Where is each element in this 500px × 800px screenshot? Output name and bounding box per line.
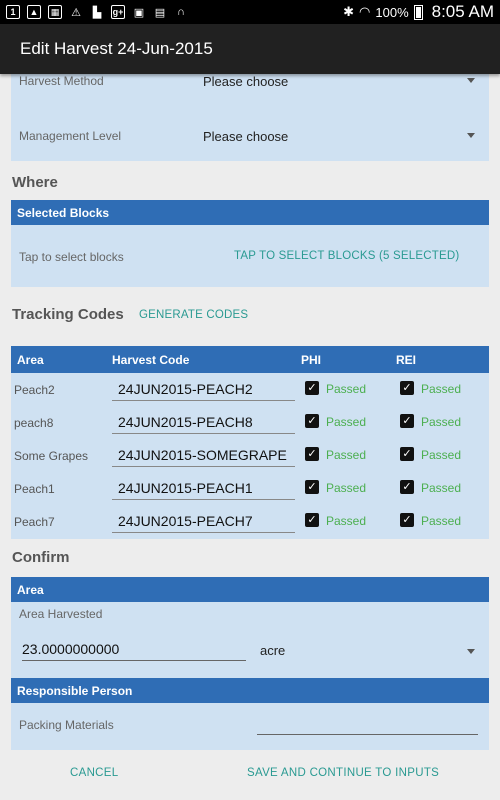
tracking-table-header: Area Harvest Code PHI REI (11, 346, 489, 373)
unit-select[interactable]: acre (260, 643, 285, 658)
management-level-label: Management Level (19, 129, 122, 143)
phi-checkbox[interactable]: ✓ (305, 447, 319, 461)
rei-checkbox[interactable]: ✓ (400, 414, 414, 428)
column-rei: REI (396, 353, 417, 367)
phi-status: Passed (326, 415, 367, 429)
harvest-code-input[interactable]: 24JUN2015-PEACH2 (112, 377, 295, 401)
harvest-code-input[interactable]: 24JUN2015-PEACH1 (112, 476, 295, 500)
phi-checkbox[interactable]: ✓ (305, 381, 319, 395)
row-area: Some Grapes (14, 449, 89, 463)
rei-checkbox[interactable]: ✓ (400, 447, 414, 461)
photo-icon: ▣ (133, 6, 145, 19)
column-phi: PHI (301, 353, 322, 367)
headphones-icon: ∩ (177, 6, 185, 18)
selected-blocks-header: Selected Blocks (11, 200, 489, 225)
clock: 8:05 AM (431, 2, 494, 21)
battery-icon (413, 4, 423, 20)
warning-icon: ⚠ (71, 6, 81, 19)
harvest-code-input[interactable]: 24JUN2015-PEACH8 (112, 410, 295, 434)
row-area: Peach7 (14, 515, 55, 529)
table-row: Some Grapes 24JUN2015-SOMEGRAPE ✓ Passed… (11, 439, 489, 472)
column-harvest-code: Harvest Code (112, 353, 190, 367)
row-area: Peach2 (14, 383, 55, 397)
management-level-select[interactable]: Please choose (203, 129, 288, 144)
area-harvested-input[interactable]: 23.0000000000 (22, 639, 246, 661)
rei-checkbox[interactable]: ✓ (400, 513, 414, 527)
tracking-table-body: Peach2 24JUN2015-PEACH2 ✓ Passed ✓ Passe… (11, 373, 489, 539)
tap-select-label: Tap to select blocks (19, 250, 124, 264)
harvest-details-panel: Harvest Method Please choose Management … (11, 74, 489, 161)
column-area: Area (17, 353, 44, 367)
rei-status: Passed (421, 481, 462, 495)
calendar-icon: ▦ (48, 5, 62, 19)
harvest-method-label: Harvest Method (19, 74, 104, 88)
area-harvested-label: Area Harvested (19, 607, 103, 621)
table-row: Peach1 24JUN2015-PEACH1 ✓ Passed ✓ Passe… (11, 472, 489, 505)
bluetooth-icon: ✱ (343, 4, 355, 19)
form-content[interactable]: Harvest Method Please choose Management … (0, 74, 500, 764)
harvest-code-input[interactable]: 24JUN2015-PEACH7 (112, 509, 295, 533)
phi-status: Passed (326, 481, 367, 495)
area-header: Area (11, 577, 489, 602)
phi-status: Passed (326, 382, 367, 396)
phi-checkbox[interactable]: ✓ (305, 513, 319, 527)
tracking-codes-heading: Tracking Codes (12, 306, 124, 323)
save-continue-button[interactable]: SAVE AND CONTINUE TO INPUTS (247, 767, 439, 779)
chevron-down-icon[interactable] (467, 133, 475, 138)
row-area: peach8 (14, 416, 54, 430)
harvest-method-select[interactable]: Please choose (203, 74, 288, 89)
phi-checkbox[interactable]: ✓ (305, 414, 319, 428)
packing-materials-label: Packing Materials (19, 718, 114, 732)
phi-status: Passed (326, 514, 367, 528)
confirm-heading: Confirm (12, 549, 70, 566)
rei-status: Passed (421, 448, 462, 462)
status-bar: 1 ▲ ▦ ⚠ ▙ g+ ▣ ▤ ∩ ✱ ◠ 100% 8:05 AM (0, 0, 500, 24)
flipboard-icon: ▙ (92, 6, 102, 19)
chevron-down-icon[interactable] (467, 649, 475, 654)
where-heading: Where (12, 174, 58, 191)
rei-checkbox[interactable]: ✓ (400, 480, 414, 494)
page-title: Edit Harvest 24-Jun-2015 (20, 39, 213, 58)
rei-checkbox[interactable]: ✓ (400, 381, 414, 395)
table-row: peach8 24JUN2015-PEACH8 ✓ Passed ✓ Passe… (11, 406, 489, 439)
wifi-icon: ◠ (359, 4, 371, 19)
google-plus-icon: g+ (111, 5, 125, 19)
responsible-person-header: Responsible Person (11, 678, 489, 703)
cancel-button[interactable]: CANCEL (70, 767, 118, 779)
briefcase-icon: ▤ (154, 6, 166, 19)
rei-status: Passed (421, 415, 462, 429)
rei-status: Passed (421, 382, 462, 396)
action-bar: Edit Harvest 24-Jun-2015 (0, 24, 500, 74)
chevron-down-icon[interactable] (467, 78, 475, 83)
phi-status: Passed (326, 448, 367, 462)
image-icon: ▲ (27, 5, 41, 19)
generate-codes-button[interactable]: GENERATE CODES (139, 309, 248, 321)
battery-percent: 100% (375, 4, 409, 20)
table-row: Peach2 24JUN2015-PEACH2 ✓ Passed ✓ Passe… (11, 373, 489, 406)
phi-checkbox[interactable]: ✓ (305, 480, 319, 494)
harvest-code-input[interactable]: 24JUN2015-SOMEGRAPE (112, 443, 295, 467)
confirm-panel: Area Area Harvested 23.0000000000 acre R… (11, 577, 489, 750)
row-area: Peach1 (14, 482, 55, 496)
table-row: Peach7 24JUN2015-PEACH7 ✓ Passed ✓ Passe… (11, 505, 489, 538)
packing-materials-input[interactable] (257, 715, 478, 735)
harvest-method-row[interactable]: Harvest Method Please choose (19, 74, 475, 89)
management-level-row[interactable]: Management Level Please choose (19, 128, 475, 144)
select-blocks-button[interactable]: TAP TO SELECT BLOCKS (5 SELECTED) (234, 250, 459, 262)
rei-status: Passed (421, 514, 462, 528)
selected-blocks-panel: Selected Blocks Tap to select blocks TAP… (11, 200, 489, 287)
sim-icon: 1 (6, 5, 20, 19)
